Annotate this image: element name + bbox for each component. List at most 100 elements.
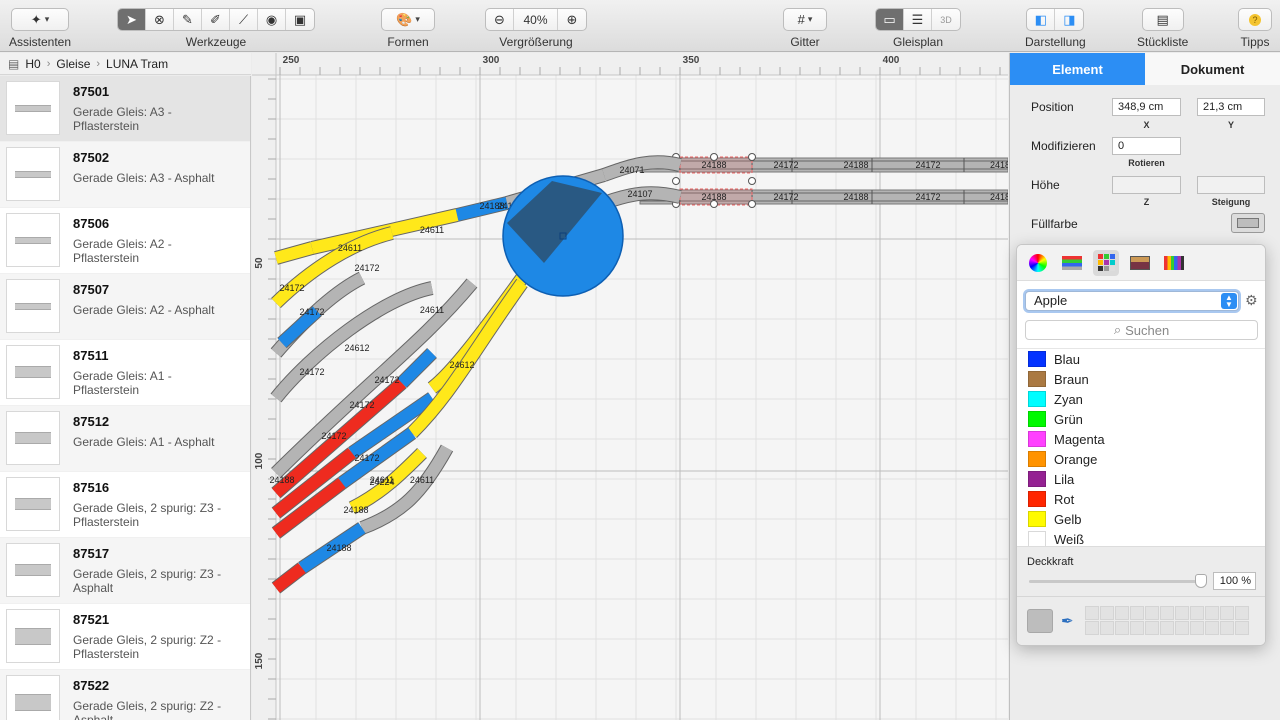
selection-handle[interactable] [748,177,756,185]
list-item[interactable]: 87516 Gerade Gleis, 2 spurig: Z3 - Pflast… [0,472,250,538]
position-y-field[interactable]: 21,3 cm [1197,98,1265,116]
opacity-value-field[interactable]: 100 % [1213,572,1256,590]
eye-tool-icon[interactable]: ◉ [258,9,286,30]
color-well[interactable] [1145,621,1159,635]
color-list-item[interactable]: Gelb [1017,509,1265,529]
left-panel-icon[interactable]: ◧ [1027,9,1056,30]
gleisplan-segment[interactable]: ▭ ☰ 3D [875,8,961,31]
rotation-field[interactable]: 0 [1112,137,1181,155]
palette-select[interactable]: Apple ▲ ▼ [1025,291,1239,311]
color-palettes-icon[interactable] [1093,249,1119,276]
color-search-input[interactable]: ⌕ Suchen [1025,320,1258,340]
color-list-item[interactable]: Weiß [1017,529,1265,546]
z-field[interactable] [1112,176,1181,194]
tab-element[interactable]: Element [1010,53,1145,85]
color-list-item[interactable]: Grün [1017,409,1265,429]
color-list-item[interactable]: Lila [1017,469,1265,489]
color-well[interactable] [1115,606,1129,620]
color-wheel-icon[interactable] [1025,250,1051,276]
color-well[interactable] [1100,621,1114,635]
color-sliders-icon[interactable] [1059,250,1085,276]
color-well[interactable] [1145,606,1159,620]
darstellung-segment[interactable]: ◧ ◨ [1026,8,1085,31]
tab-dokument[interactable]: Dokument [1145,53,1280,85]
breadcrumb-item[interactable]: LUNA Tram [106,57,168,71]
right-panel-icon[interactable]: ◨ [1055,9,1083,30]
color-well[interactable] [1085,606,1099,620]
color-well[interactable] [1205,606,1219,620]
track-plan-svg[interactable]: 250 300 350 4005010015024207 24188 24172 24188… [252,53,1008,720]
tipps-button[interactable]: ? [1238,8,1272,31]
tools-segment[interactable]: ➤ ⊗ ✎ ✐ ⟋ ◉ ▣ [117,8,315,31]
lightbulb-icon[interactable]: ? [1239,9,1271,30]
opacity-slider[interactable] [1029,580,1205,583]
selection-handle[interactable] [672,177,680,185]
opacity-slider-knob[interactable] [1195,574,1207,588]
custom-color-wells[interactable] [1085,606,1249,635]
list-item[interactable]: 87522 Gerade Gleis, 2 spurig: Z2 - Asphal… [0,670,250,720]
stueckliste-button[interactable]: ▤ [1141,8,1184,31]
color-well[interactable] [1160,606,1174,620]
color-well[interactable] [1115,621,1129,635]
color-list-item[interactable]: Rot [1017,489,1265,509]
list-view-icon[interactable]: ☰ [904,9,932,30]
color-list-item[interactable]: Zyan [1017,389,1265,409]
image-palettes-icon[interactable] [1127,250,1153,276]
box-tool-icon[interactable]: ▣ [286,9,314,30]
zoom-value[interactable]: 40% [514,9,558,30]
color-well[interactable] [1190,621,1204,635]
formen-button[interactable]: 🎨 ▾ [381,8,435,31]
zoom-control[interactable]: ⊖ 40% ⊕ [485,8,587,31]
current-color-swatch[interactable] [1027,609,1053,633]
plan-view-icon[interactable]: ▭ [876,9,904,30]
color-well[interactable] [1190,606,1204,620]
color-well[interactable] [1130,606,1144,620]
zoom-in-icon[interactable]: ⊕ [558,9,586,30]
brush-tool-icon[interactable]: ✎ [174,9,202,30]
selection-handle[interactable] [748,153,756,161]
color-well[interactable] [1085,621,1099,635]
pen-tool-icon[interactable]: ✐ [202,9,230,30]
list-item[interactable]: 87502 Gerade Gleis: A3 - Asphalt [0,142,250,208]
arrow-tool-icon[interactable]: ➤ [118,9,146,30]
list-item[interactable]: 87506 Gerade Gleis: A2 - Pflasterstein [0,208,250,274]
list-item[interactable]: 87512 Gerade Gleis: A1 - Asphalt [0,406,250,472]
breadcrumb-item[interactable]: H0 [25,57,40,71]
magic-wand-icon[interactable]: ✦ ▾ [12,9,68,30]
color-well[interactable] [1175,621,1189,635]
zoom-out-icon[interactable]: ⊖ [486,9,514,30]
list-item[interactable]: 87507 Gerade Gleis: A2 - Asphalt [0,274,250,340]
eyedropper-icon[interactable]: ✒ [1061,612,1074,630]
crayons-icon[interactable] [1161,250,1187,276]
color-list-item[interactable]: Magenta [1017,429,1265,449]
color-well[interactable] [1205,621,1219,635]
gitter-button[interactable]: # ▾ [783,8,827,31]
list-item[interactable]: 87517 Gerade Gleis, 2 spurig: Z3 - Asphal… [0,538,250,604]
list-item[interactable]: 87501 Gerade Gleis: A3 - Pflasterstein [0,76,250,142]
steigung-field[interactable] [1197,176,1265,194]
clipboard-icon[interactable]: ▤ [1143,9,1183,30]
color-well[interactable] [1220,621,1234,635]
color-list-item[interactable]: Orange [1017,449,1265,469]
ruler-tool-icon[interactable]: ⟋ [230,9,258,30]
color-well[interactable] [1220,606,1234,620]
list-item[interactable]: 87521 Gerade Gleis, 2 spurig: Z2 - Pflast… [0,604,250,670]
delete-tool-icon[interactable]: ⊗ [146,9,174,30]
position-x-field[interactable]: 348,9 cm [1112,98,1181,116]
list-item[interactable]: 87511 Gerade Gleis: A1 - Pflasterstein [0,340,250,406]
color-well[interactable] [1235,606,1249,620]
color-well[interactable] [1100,606,1114,620]
color-well[interactable] [1160,621,1174,635]
grid-icon[interactable]: # ▾ [784,9,826,30]
color-well[interactable] [1175,606,1189,620]
track-plan-canvas[interactable]: 250 300 350 400 50 100 150 24207 24188 24172 24188… [252,53,1008,720]
gear-icon[interactable]: ⚙ [1245,292,1258,309]
color-well[interactable] [1130,621,1144,635]
selection-handle[interactable] [748,200,756,208]
fill-color-well[interactable] [1231,213,1265,233]
color-well[interactable] [1235,621,1249,635]
palette-icon[interactable]: 🎨 ▾ [382,9,434,30]
view-3d-icon[interactable]: 3D [932,9,960,30]
assistenten-button[interactable]: ✦ ▾ [11,8,70,31]
color-list-item[interactable]: Blau [1017,349,1265,369]
